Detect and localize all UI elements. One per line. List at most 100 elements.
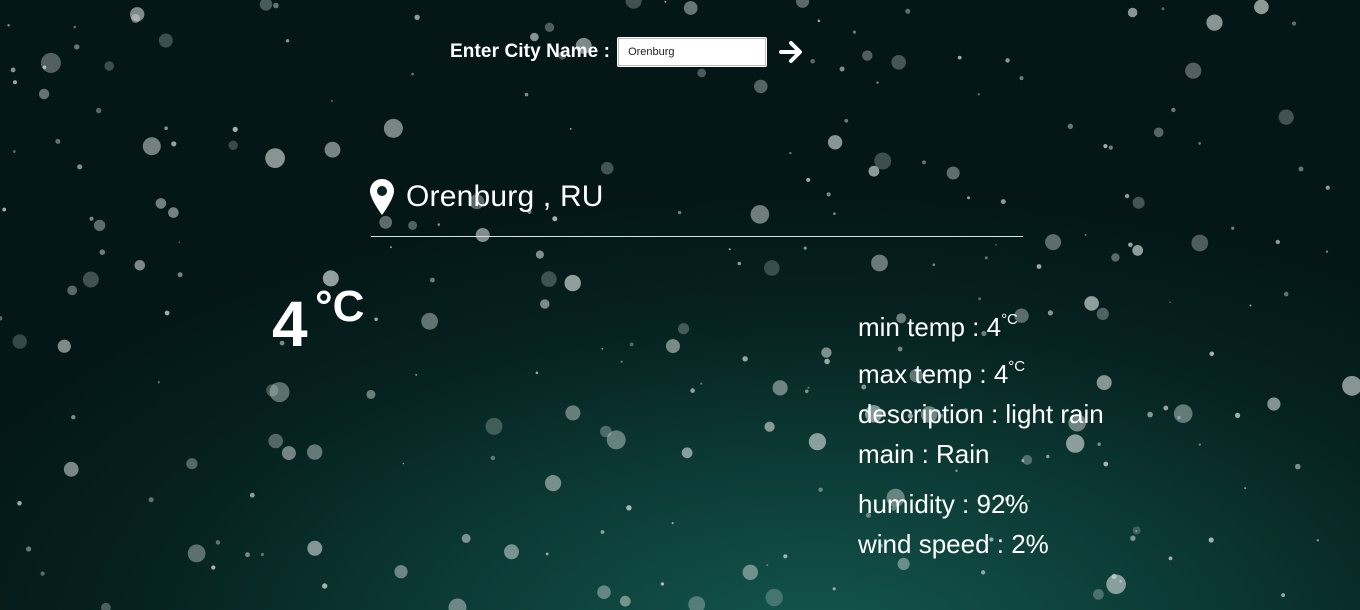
bubble <box>259 0 273 11</box>
bubble <box>421 312 438 330</box>
bubble <box>810 58 815 64</box>
city-name-input[interactable] <box>617 37 768 67</box>
bubble <box>390 246 392 249</box>
bubble <box>131 13 141 23</box>
bubble <box>871 254 888 272</box>
bubble <box>817 19 821 23</box>
bubble <box>660 582 665 586</box>
bubble <box>269 382 290 403</box>
bubble <box>55 138 61 144</box>
bubble <box>683 1 698 15</box>
bubble <box>1103 461 1109 467</box>
bubble <box>626 505 632 511</box>
bubble <box>99 249 106 255</box>
bubble <box>1153 127 1164 138</box>
bubble <box>448 598 467 610</box>
bubble <box>130 7 145 22</box>
bubble <box>211 565 216 570</box>
bubble <box>1124 193 1130 199</box>
bubble <box>1128 242 1133 248</box>
bubble <box>600 425 612 438</box>
bubble <box>1173 404 1193 424</box>
bubble <box>545 475 562 492</box>
bubble <box>104 61 114 71</box>
bubble <box>402 462 405 465</box>
bubble <box>134 260 146 271</box>
bubble <box>414 14 420 20</box>
arrow-right-icon <box>779 41 803 63</box>
bubble <box>541 271 557 287</box>
background-bubbles <box>0 0 1360 610</box>
bubble <box>383 118 403 138</box>
bubble <box>796 0 810 8</box>
city-name: Orenburg , RU <box>406 180 604 213</box>
bubble <box>1206 14 1223 31</box>
bubble <box>157 381 161 384</box>
submit-button[interactable] <box>776 36 806 68</box>
bubble <box>1254 0 1269 15</box>
bubble <box>600 530 605 534</box>
bubble <box>922 160 926 165</box>
bubble <box>394 565 408 579</box>
bubble <box>1161 7 1165 11</box>
bubble <box>437 223 441 226</box>
bubble <box>564 274 581 292</box>
bubble <box>1127 7 1138 18</box>
bubble <box>245 552 250 558</box>
bubble <box>408 220 418 230</box>
bubble <box>981 570 986 575</box>
bubble <box>1111 253 1120 262</box>
bubble <box>833 212 836 215</box>
bubble <box>678 323 690 335</box>
bubble <box>485 417 503 435</box>
bubble <box>215 540 221 545</box>
bubble <box>688 596 706 610</box>
weather-details: min temp : 4°C max temp : 4°C descriptio… <box>858 300 1104 564</box>
bubble <box>984 256 988 260</box>
wind-speed-row: wind speed : 2% <box>858 529 1049 559</box>
bubble <box>1132 196 1145 209</box>
bubble <box>1191 234 1209 252</box>
bubble <box>322 583 328 589</box>
bubble <box>1005 58 1010 63</box>
bubble <box>1342 375 1360 396</box>
bubble <box>1135 530 1138 532</box>
bubble <box>490 455 496 461</box>
map-pin-icon <box>370 179 394 215</box>
bubble <box>754 79 768 94</box>
bubble <box>266 384 279 397</box>
bubble <box>273 2 279 9</box>
city-name-label: Enter City Name : <box>450 41 611 62</box>
bubble <box>789 151 792 155</box>
bubble <box>540 299 550 309</box>
bubble <box>307 540 323 556</box>
bubble <box>379 215 393 229</box>
bubble <box>827 135 843 150</box>
bubble <box>967 196 970 200</box>
temperature-value: 4 <box>272 288 308 360</box>
bubble <box>89 216 94 221</box>
bubble <box>171 141 177 147</box>
bubble <box>1093 589 1104 600</box>
bubble <box>1292 21 1297 26</box>
bubble <box>1278 109 1294 125</box>
bubble <box>10 67 16 73</box>
bubble <box>12 150 16 153</box>
bubble <box>67 285 78 296</box>
max-temp-text: max temp : 4 <box>858 359 1009 389</box>
bubble <box>625 0 642 9</box>
humidity-row: humidity : 92% <box>858 489 1029 519</box>
bubble <box>1103 144 1108 149</box>
bubble <box>690 388 695 393</box>
bubble <box>862 50 873 61</box>
bubble <box>1132 526 1141 535</box>
bubble <box>1111 573 1117 580</box>
bubble <box>13 80 17 85</box>
bubble <box>1108 145 1113 150</box>
bubble <box>818 487 823 492</box>
bubble <box>331 100 333 102</box>
bubble <box>524 92 529 97</box>
bubble <box>1198 142 1201 145</box>
bubble <box>2 207 7 212</box>
bubble <box>1106 574 1126 595</box>
